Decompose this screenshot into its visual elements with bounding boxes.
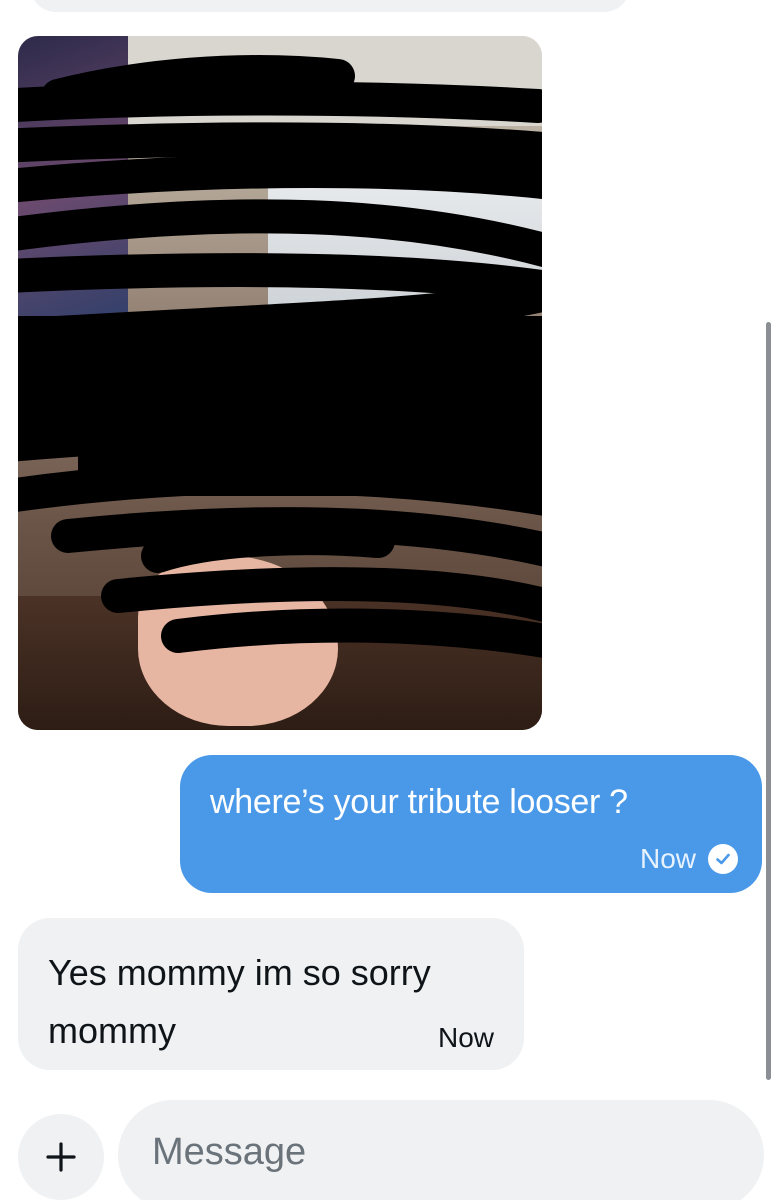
add-media-button[interactable]: [18, 1114, 104, 1200]
message-input[interactable]: [118, 1100, 764, 1200]
previous-message-bubble[interactable]: [30, 0, 630, 12]
dm-conversation: where’s your tribute looser ? Now Yes mo…: [0, 0, 780, 1200]
incoming-message-time: Now: [437, 1022, 494, 1053]
incoming-message-bubble[interactable]: Yes mommy im so sorry mommy Now: [18, 918, 524, 1070]
outgoing-message-time: Now: [639, 843, 696, 874]
plus-icon: [46, 1142, 76, 1172]
redaction-scribble: [18, 55, 542, 658]
scrollbar[interactable]: [766, 322, 771, 1080]
check-circle-icon: [708, 844, 738, 874]
outgoing-message-text: where’s your tribute looser ?: [210, 783, 628, 821]
outgoing-message-meta: Now: [640, 843, 738, 875]
image-message[interactable]: [18, 36, 542, 730]
outgoing-message-bubble[interactable]: where’s your tribute looser ? Now: [180, 755, 762, 893]
